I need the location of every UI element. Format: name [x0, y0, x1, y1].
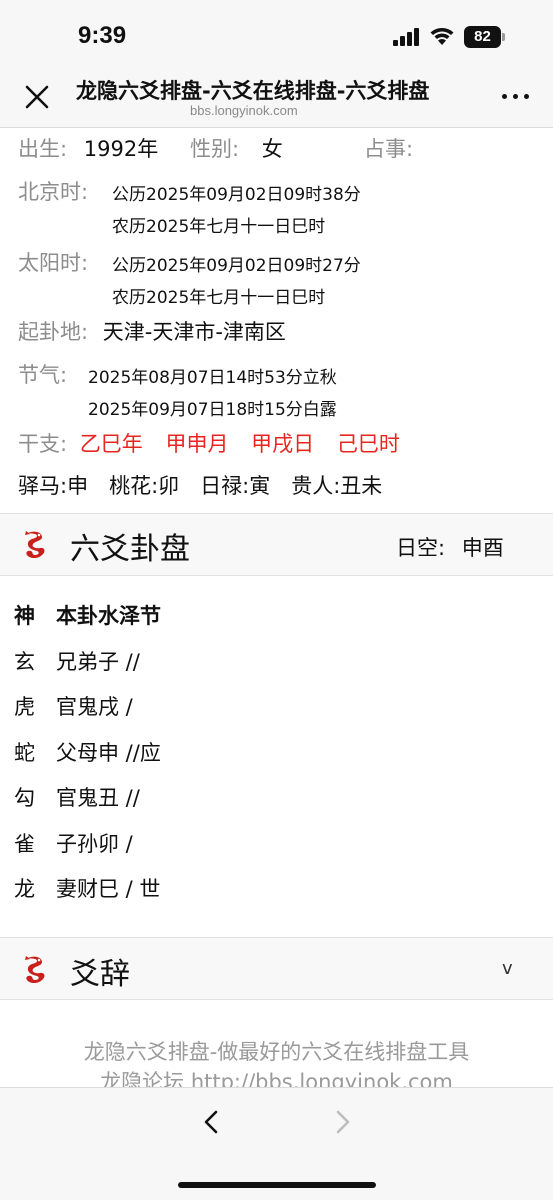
ganzhi-hour: 己巳时 [336, 432, 400, 456]
ganzhi-row: 干支: 乙巳年 甲申月 甲戌日 己巳时 [18, 428, 400, 458]
place-value: 天津-天津市-津南区 [102, 320, 286, 344]
gua-header-god: 神 [14, 604, 35, 628]
jieqi-label: 节气: [18, 363, 68, 387]
wifi-icon [430, 28, 454, 45]
battery-nub [502, 33, 505, 41]
battery-level: 82 [464, 26, 501, 48]
place-row: 起卦地: 天津-天津市-津南区 [18, 316, 286, 346]
beijing-lunar: 农历2025年七月十一日巳时 [112, 217, 326, 237]
ganzhi-label: 干支: [18, 432, 68, 456]
birth-row: 出生: 1992年 [18, 133, 158, 163]
footer-line-1: 龙隐六爻排盘-做最好的六爻在线排盘工具 [83, 1040, 470, 1064]
yao-text: 官鬼戌 / [56, 695, 133, 719]
yaoci-title: 爻辞 [70, 957, 130, 992]
jieqi-line-2: 2025年09月07日18时15分白露 [88, 400, 337, 420]
yao-god: 雀 [14, 832, 35, 856]
birth-value: 1992年 [83, 137, 159, 161]
status-bar: 9:39 82 [0, 0, 553, 72]
jieqi-line-1: 2025年08月07日14时53分立秋 [88, 368, 337, 388]
yaoci-header[interactable]: 爻辞 v [0, 938, 553, 999]
gender-row: 性别: 女 [190, 133, 283, 163]
shensha-row: 驿马:申 桃花:卯 日禄:寅 贵人:丑未 [18, 470, 382, 500]
sun-solar: 公历2025年09月02日09时27分 [112, 256, 361, 276]
divider [0, 575, 553, 576]
yao-row: 龙妻财巳 / 世 [14, 873, 160, 903]
matter-row: 占事: [364, 133, 413, 163]
kong-value: 申酉 [461, 536, 504, 560]
beijing-label: 北京时: [18, 180, 89, 204]
jieqi-label-row: 节气: [18, 359, 67, 389]
pan-header: 六爻卦盘 日空: 申酉 [0, 514, 553, 575]
dragon-logo-icon [25, 956, 45, 983]
yao-god: 虎 [14, 695, 35, 719]
yao-god: 蛇 [14, 741, 35, 765]
yao-text: 妻财巳 / 世 [56, 877, 161, 901]
shensha-text: 驿马:申 桃花:卯 日禄:寅 贵人:丑未 [18, 474, 383, 498]
place-label: 起卦地: [18, 320, 89, 344]
kong-info: 日空: 申酉 [396, 532, 504, 562]
yao-god: 龙 [14, 877, 35, 901]
more-icon[interactable] [502, 92, 532, 102]
yao-text: 兄弟子 // [56, 650, 140, 674]
forward-icon [336, 1110, 350, 1134]
chevron-down-icon[interactable]: v [502, 958, 513, 979]
battery-indicator: 82 [464, 26, 506, 48]
close-icon[interactable] [24, 84, 50, 110]
sun-label: 太阳时: [18, 251, 89, 275]
page-title: 龙隐六爻排盘-六爻在线排盘-六爻排盘 [76, 79, 430, 103]
yao-row: 虎官鬼戌 / [14, 691, 133, 721]
back-icon[interactable] [198, 1108, 226, 1136]
kong-label: 日空: [396, 536, 446, 560]
ganzhi-year: 乙巳年 [79, 432, 143, 456]
yao-text: 子孙卯 / [56, 832, 133, 856]
cellular-signal-icon [393, 28, 419, 46]
yao-text: 父母申 //应 [56, 741, 161, 765]
yao-row: 雀子孙卯 / [14, 828, 133, 858]
gender-value: 女 [261, 137, 283, 161]
yao-god: 勾 [14, 786, 35, 810]
gender-label: 性别: [190, 137, 240, 161]
yao-row: 蛇父母申 //应 [14, 737, 161, 767]
ganzhi-month: 甲申月 [165, 432, 229, 456]
beijing-solar: 公历2025年09月02日09时38分 [112, 185, 361, 205]
status-time: 9:39 [78, 22, 127, 49]
yao-row: 玄兄弟子 // [14, 646, 140, 676]
gua-header-row: 神本卦水泽节 [14, 600, 161, 630]
divider [0, 999, 553, 1000]
pan-title: 六爻卦盘 [70, 532, 190, 567]
sun-lunar: 农历2025年七月十一日巳时 [112, 288, 326, 308]
sun-label-row: 太阳时: [18, 247, 88, 277]
dragon-logo-icon [25, 531, 45, 558]
beijing-label-row: 北京时: [18, 176, 88, 206]
home-indicator [178, 1182, 376, 1188]
page-url: bbs.longyinok.com [190, 103, 298, 118]
yao-row: 勾官鬼丑 // [14, 782, 140, 812]
browser-header: 9:39 82 龙隐六爻排盘-六爻在线排盘-六爻排盘 bbs.longyinok… [0, 0, 553, 128]
matter-label: 占事: [364, 137, 414, 161]
yao-god: 玄 [14, 650, 35, 674]
gua-header-name: 本卦水泽节 [56, 604, 161, 628]
yao-text: 官鬼丑 // [56, 786, 140, 810]
ganzhi-day: 甲戌日 [251, 432, 315, 456]
birth-label: 出生: [18, 137, 68, 161]
